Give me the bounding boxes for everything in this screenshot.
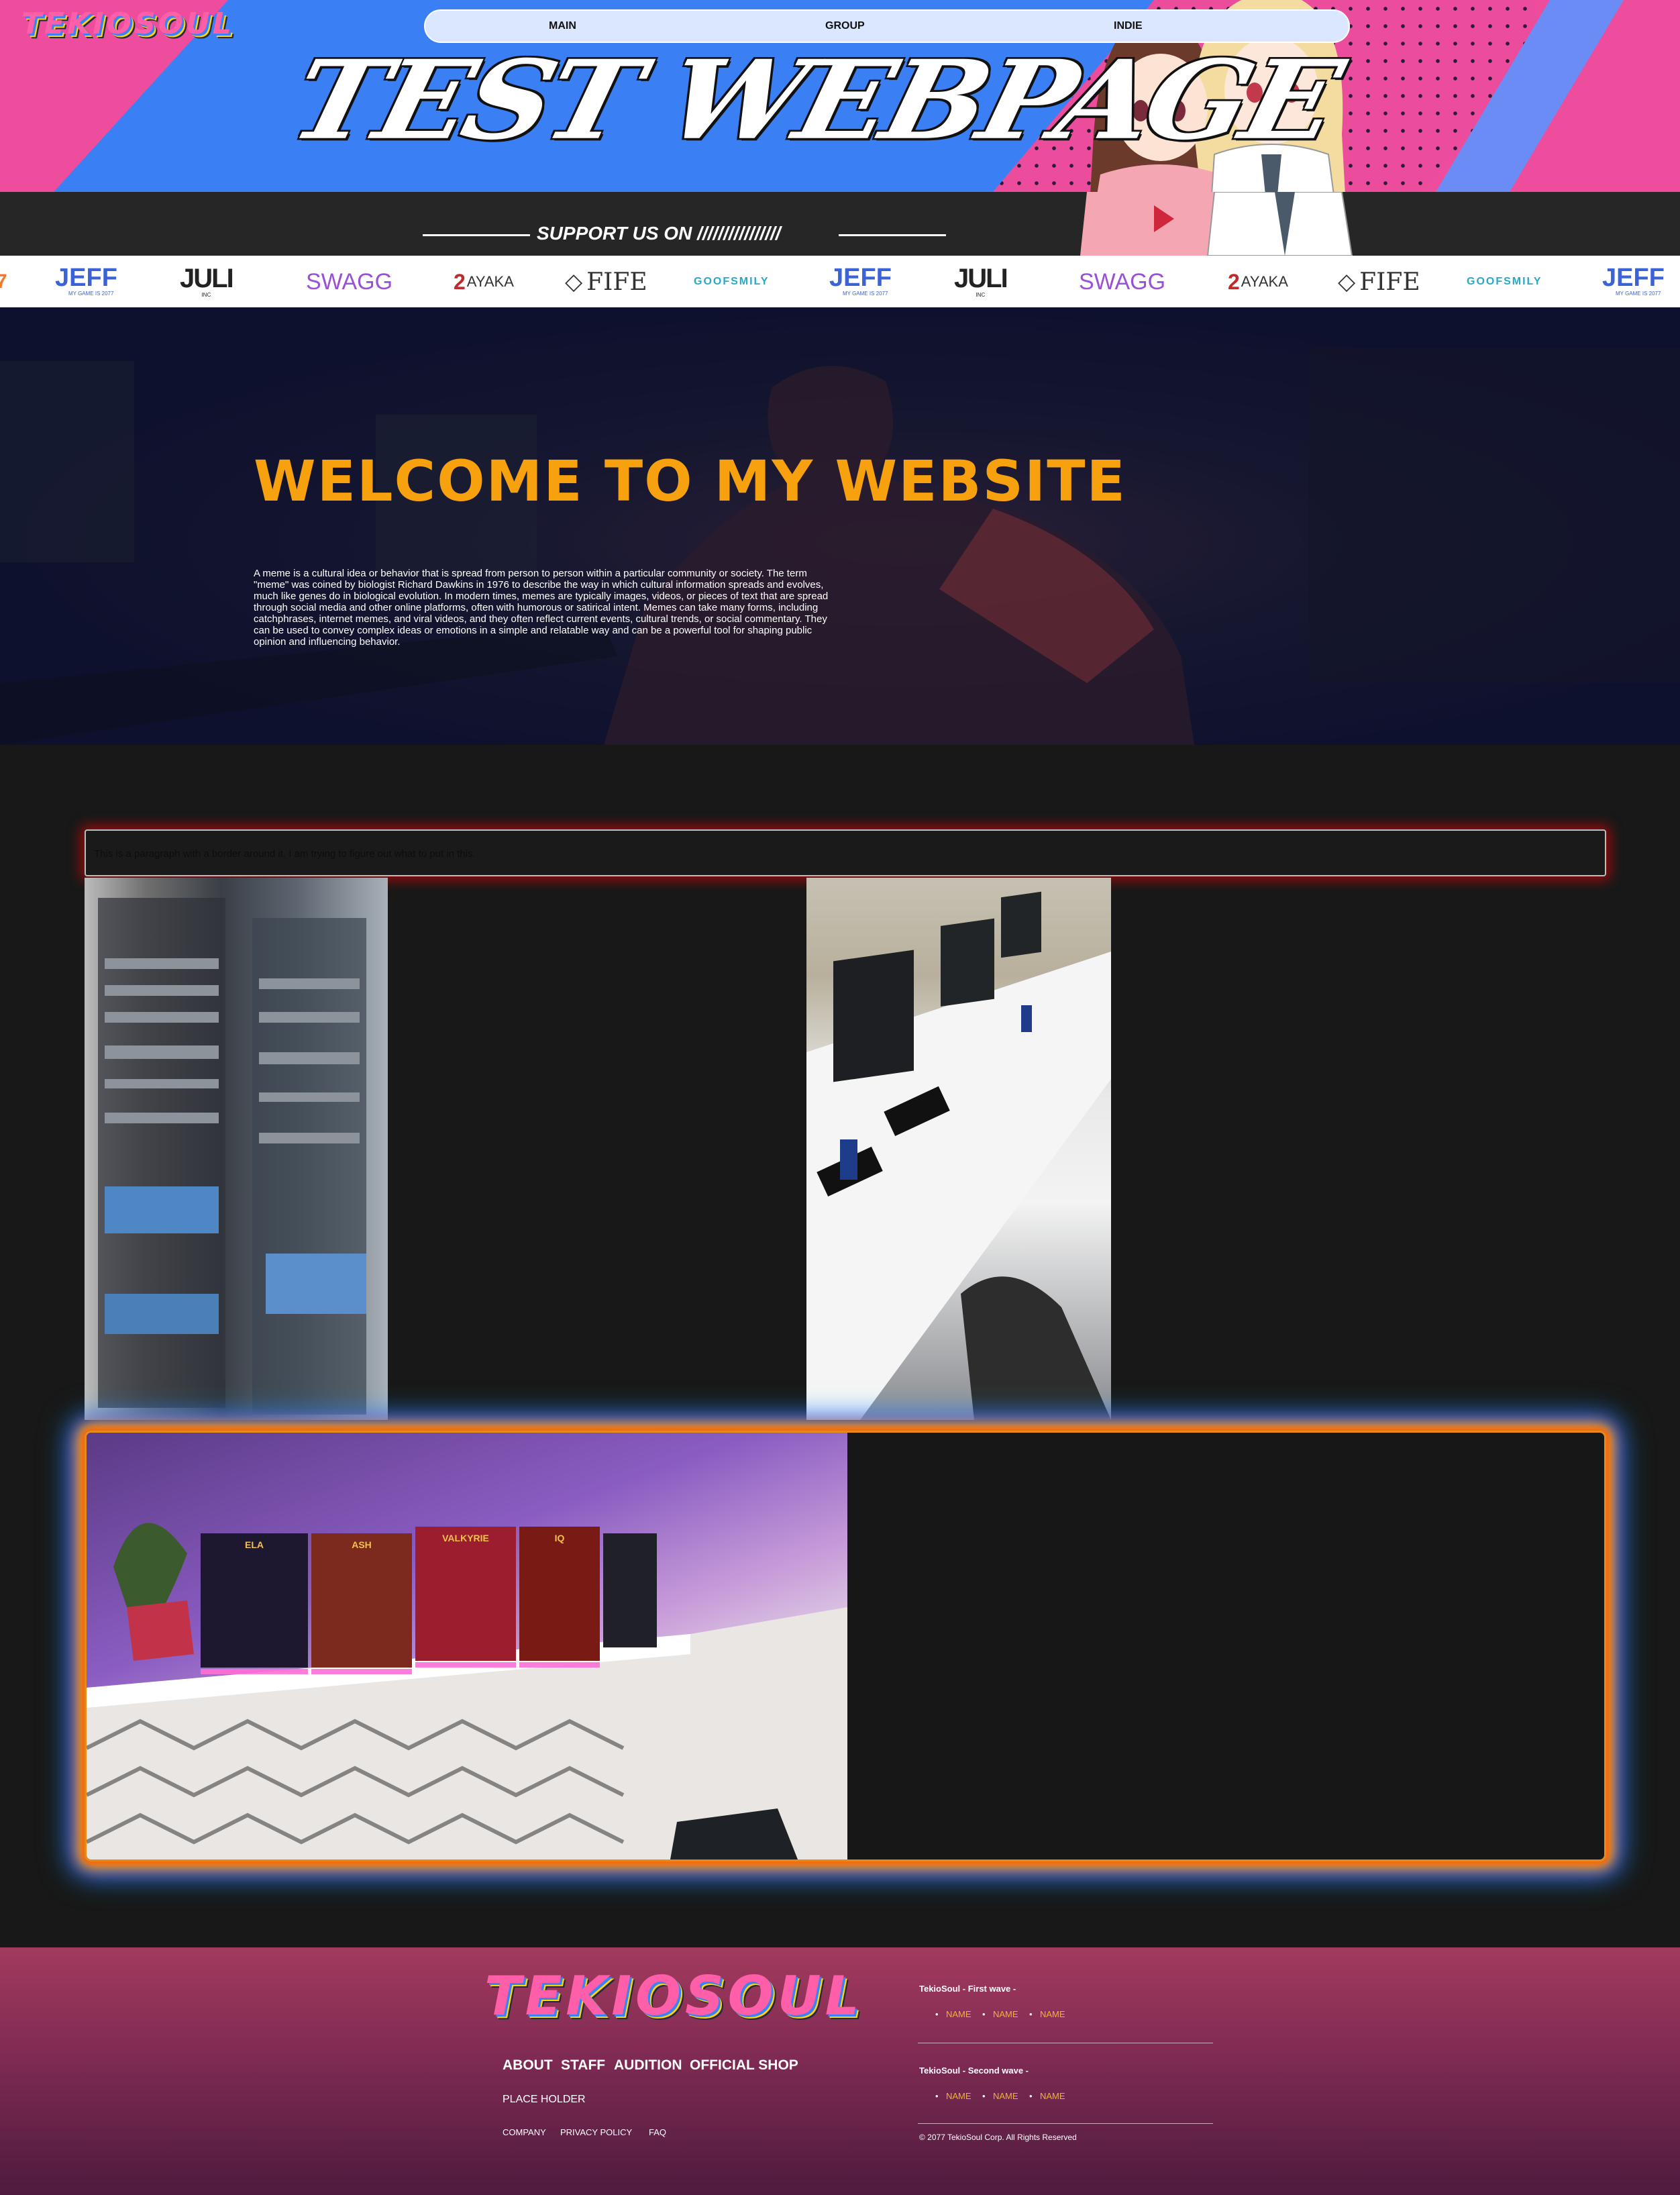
figure-label-ela: ELA [245,1539,264,1550]
sponsor-goofsmily[interactable]: GOOFSMILY [694,265,770,299]
figure-label-ash: ASH [352,1539,372,1550]
second-wave-name-3[interactable]: NAME [1040,2091,1065,2101]
support-us-row: SUPPORT US ON //////////////// [423,221,946,248]
bullet-icon: • [982,2091,986,2101]
support-us-label: SUPPORT US ON //////////////// [537,223,781,244]
bordered-paragraph-text: This is a paragraph with a border around… [94,848,476,860]
anime-characters-lower [1080,192,1353,256]
top-nav: MAIN GROUP INDIE [424,9,1350,43]
footer-link-company[interactable]: COMPANY [503,2127,546,2137]
sponsor-ayaka[interactable]: 2 AYAKA [454,265,514,299]
hero-paragraph: A meme is a cultural idea or behavior th… [254,568,829,648]
rgb-glow-frame: ELA ASH VALKYRIE IQ [85,1431,1606,1861]
bullet-icon: • [1029,2091,1033,2101]
hero-background-photo [0,307,1680,745]
bordered-paragraph: This is a paragraph with a border around… [85,829,1606,876]
bullet-icon: • [935,2009,939,2019]
first-wave-name-1[interactable]: NAME [946,2009,972,2019]
footer-logo[interactable]: TEKIOSOUL [484,1965,863,2027]
footer: TEKIOSOUL ABOUT STAFF AUDITION OFFICIAL … [0,1947,1680,2195]
header-logo[interactable]: TEKIOSOUL [21,7,234,41]
sponsor-ayaka-repeat[interactable]: 2 AYAKA [1228,265,1288,299]
sponsor-jeff-repeat[interactable]: JEFF MY GAME IS 2077 [829,265,892,299]
footer-placeholder[interactable]: PLACE HOLDER [503,2094,586,2106]
second-wave-name-2[interactable]: NAME [993,2091,1018,2101]
footer-link-audition[interactable]: AUDITION [614,2057,682,2074]
gamer-silhouette [0,307,1680,745]
sponsor-jeff-edge[interactable]: JEFF MY GAME IS 2077 [1602,265,1665,299]
sponsor-fife-repeat[interactable]: ◇ FIFE [1338,265,1420,299]
server-rack-photo [85,878,388,1420]
sponsor-juli-repeat[interactable]: JULI INC [954,265,1008,299]
first-wave-name-2[interactable]: NAME [993,2009,1018,2019]
page-title: TEST WEBPAGE [279,36,1349,164]
footer-link-about[interactable]: ABOUT [503,2057,553,2074]
figure-label-valkyrie: VALKYRIE [442,1533,489,1543]
copyright: © 2077 TekioSoul Corp. All Rights Reserv… [919,2133,1077,2142]
sponsor-goofsmily-repeat[interactable]: GOOFSMILY [1467,265,1542,299]
second-wave-title: TekioSoul - Second wave - [919,2065,1029,2076]
first-wave-name-3[interactable]: NAME [1040,2009,1065,2019]
sponsor-juli[interactable]: JULI INC [180,265,234,299]
footer-link-privacy[interactable]: PRIVACY POLICY [560,2127,632,2137]
nav-main[interactable]: MAIN [549,20,576,32]
bullet-icon: • [935,2091,939,2101]
nav-group[interactable]: GROUP [825,20,865,32]
footer-link-faq[interactable]: FAQ [649,2127,666,2137]
footer-divider [918,2123,1213,2124]
sponsor-jeff[interactable]: JEFF MY GAME IS 2077 [55,265,117,299]
footer-link-official-shop[interactable]: OFFICIAL SHOP [690,2057,798,2074]
sponsor-fragment: 7 [0,270,7,293]
nav-indie[interactable]: INDIE [1114,20,1143,32]
sponsor-swagg[interactable]: SWAGG [306,265,392,299]
bullet-icon: • [982,2009,986,2019]
bullet-icon: • [1029,2009,1033,2019]
footer-link-staff[interactable]: STAFF [561,2057,605,2074]
first-wave-title: TekioSoul - First wave - [919,1984,1016,1994]
figure-label-iq: IQ [555,1533,565,1543]
computer-lab-photo [806,878,1111,1420]
sponsor-swagg-repeat[interactable]: SWAGG [1079,265,1165,299]
figures-shelf-photo: ELA ASH VALKYRIE IQ [87,1433,847,1859]
second-wave-name-1[interactable]: NAME [946,2091,972,2101]
sponsor-strip: 7 JEFF MY GAME IS 2077 JULI INC SWAGG 2A… [0,256,1680,307]
sponsor-fife[interactable]: ◇ FIFE [565,265,647,299]
hero-title: WELCOME TO MY WEBSITE [254,448,1126,514]
